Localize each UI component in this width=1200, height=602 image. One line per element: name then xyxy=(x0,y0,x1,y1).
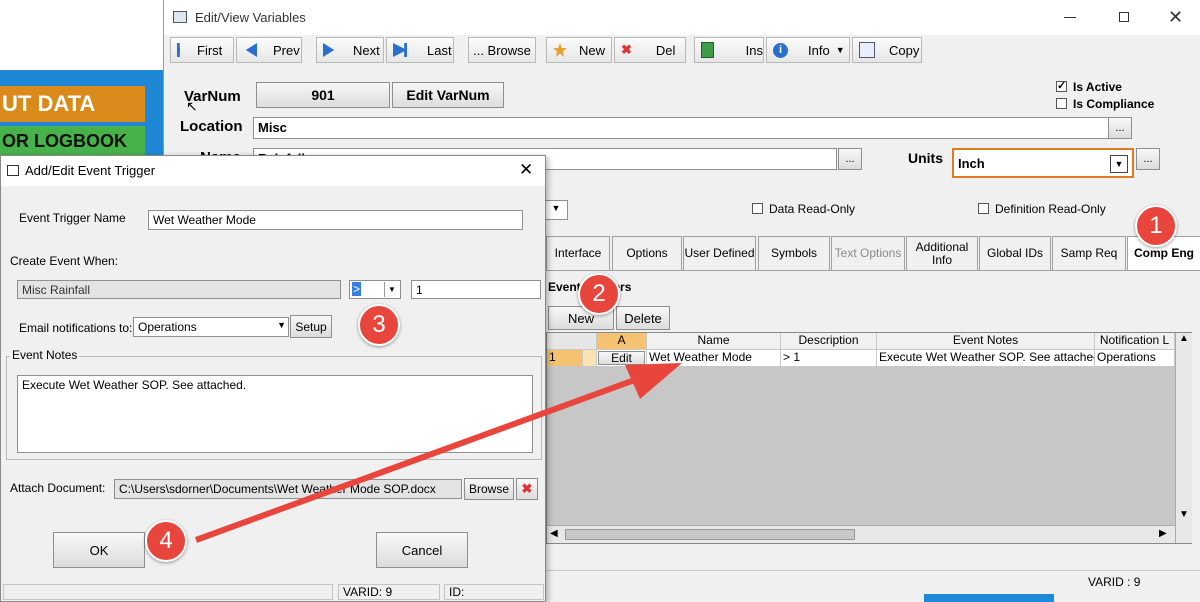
callout-3: 3 xyxy=(358,304,400,346)
callout-2: 2 xyxy=(578,273,620,315)
callout-1: 1 xyxy=(1135,205,1177,247)
callout-4: 4 xyxy=(145,520,187,562)
